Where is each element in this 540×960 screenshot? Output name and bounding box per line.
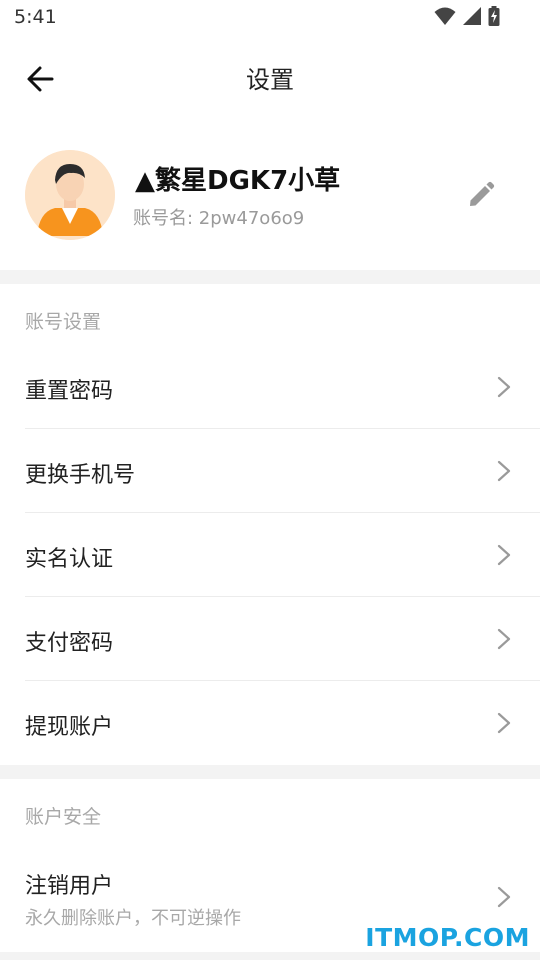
payment-password-item[interactable]: 支付密码 bbox=[0, 597, 540, 681]
chevron-right-icon bbox=[497, 886, 511, 908]
chevron-right-icon bbox=[497, 460, 511, 482]
edit-pencil-icon bbox=[470, 181, 495, 206]
avatar[interactable] bbox=[25, 150, 115, 240]
edit-profile-button[interactable] bbox=[466, 180, 496, 210]
watermark: ITMOP.COM bbox=[365, 923, 530, 952]
app-header: 设置 bbox=[0, 40, 540, 116]
chevron-right-icon bbox=[497, 376, 511, 398]
change-phone-item[interactable]: 更换手机号 bbox=[0, 429, 540, 513]
chevron-right-icon bbox=[497, 628, 511, 650]
account-name-value: 2pw47o6o9 bbox=[198, 208, 305, 229]
signal-icon bbox=[463, 7, 481, 25]
chevron-right-icon bbox=[497, 544, 511, 566]
wifi-icon bbox=[434, 7, 456, 25]
section-divider bbox=[0, 270, 540, 284]
withdrawal-account-item[interactable]: 提现账户 bbox=[0, 681, 540, 765]
avatar-illustration bbox=[25, 150, 115, 240]
section-divider bbox=[0, 765, 540, 779]
status-bar: 5:41 bbox=[0, 0, 540, 38]
status-icons bbox=[434, 6, 500, 26]
profile-card: ▲繁星DGK7小草 账号名: 2pw47o6o9 bbox=[0, 130, 540, 268]
item-label: 实名认证 bbox=[25, 547, 114, 572]
item-sublabel: 永久删除账户，不可逆操作 bbox=[25, 908, 241, 929]
item-label: 更换手机号 bbox=[25, 463, 136, 488]
bottom-divider bbox=[0, 952, 540, 960]
item-label: 注销用户 bbox=[25, 874, 114, 899]
profile-nickname: ▲繁星DGK7小草 bbox=[135, 166, 341, 196]
section-title-account-security: 账户安全 bbox=[25, 806, 102, 828]
item-label: 重置密码 bbox=[25, 379, 114, 404]
item-label: 提现账户 bbox=[25, 715, 114, 740]
chevron-right-icon bbox=[497, 712, 511, 734]
account-name-prefix: 账号名: bbox=[133, 208, 199, 229]
reset-password-item[interactable]: 重置密码 bbox=[0, 345, 540, 429]
item-label: 支付密码 bbox=[25, 631, 114, 656]
battery-icon bbox=[488, 6, 500, 26]
account-name-line: 账号名: 2pw47o6o9 bbox=[133, 204, 304, 230]
status-time: 5:41 bbox=[14, 6, 57, 28]
real-name-verification-item[interactable]: 实名认证 bbox=[0, 513, 540, 597]
section-title-account-settings: 账号设置 bbox=[25, 311, 102, 333]
page-title: 设置 bbox=[246, 66, 294, 94]
